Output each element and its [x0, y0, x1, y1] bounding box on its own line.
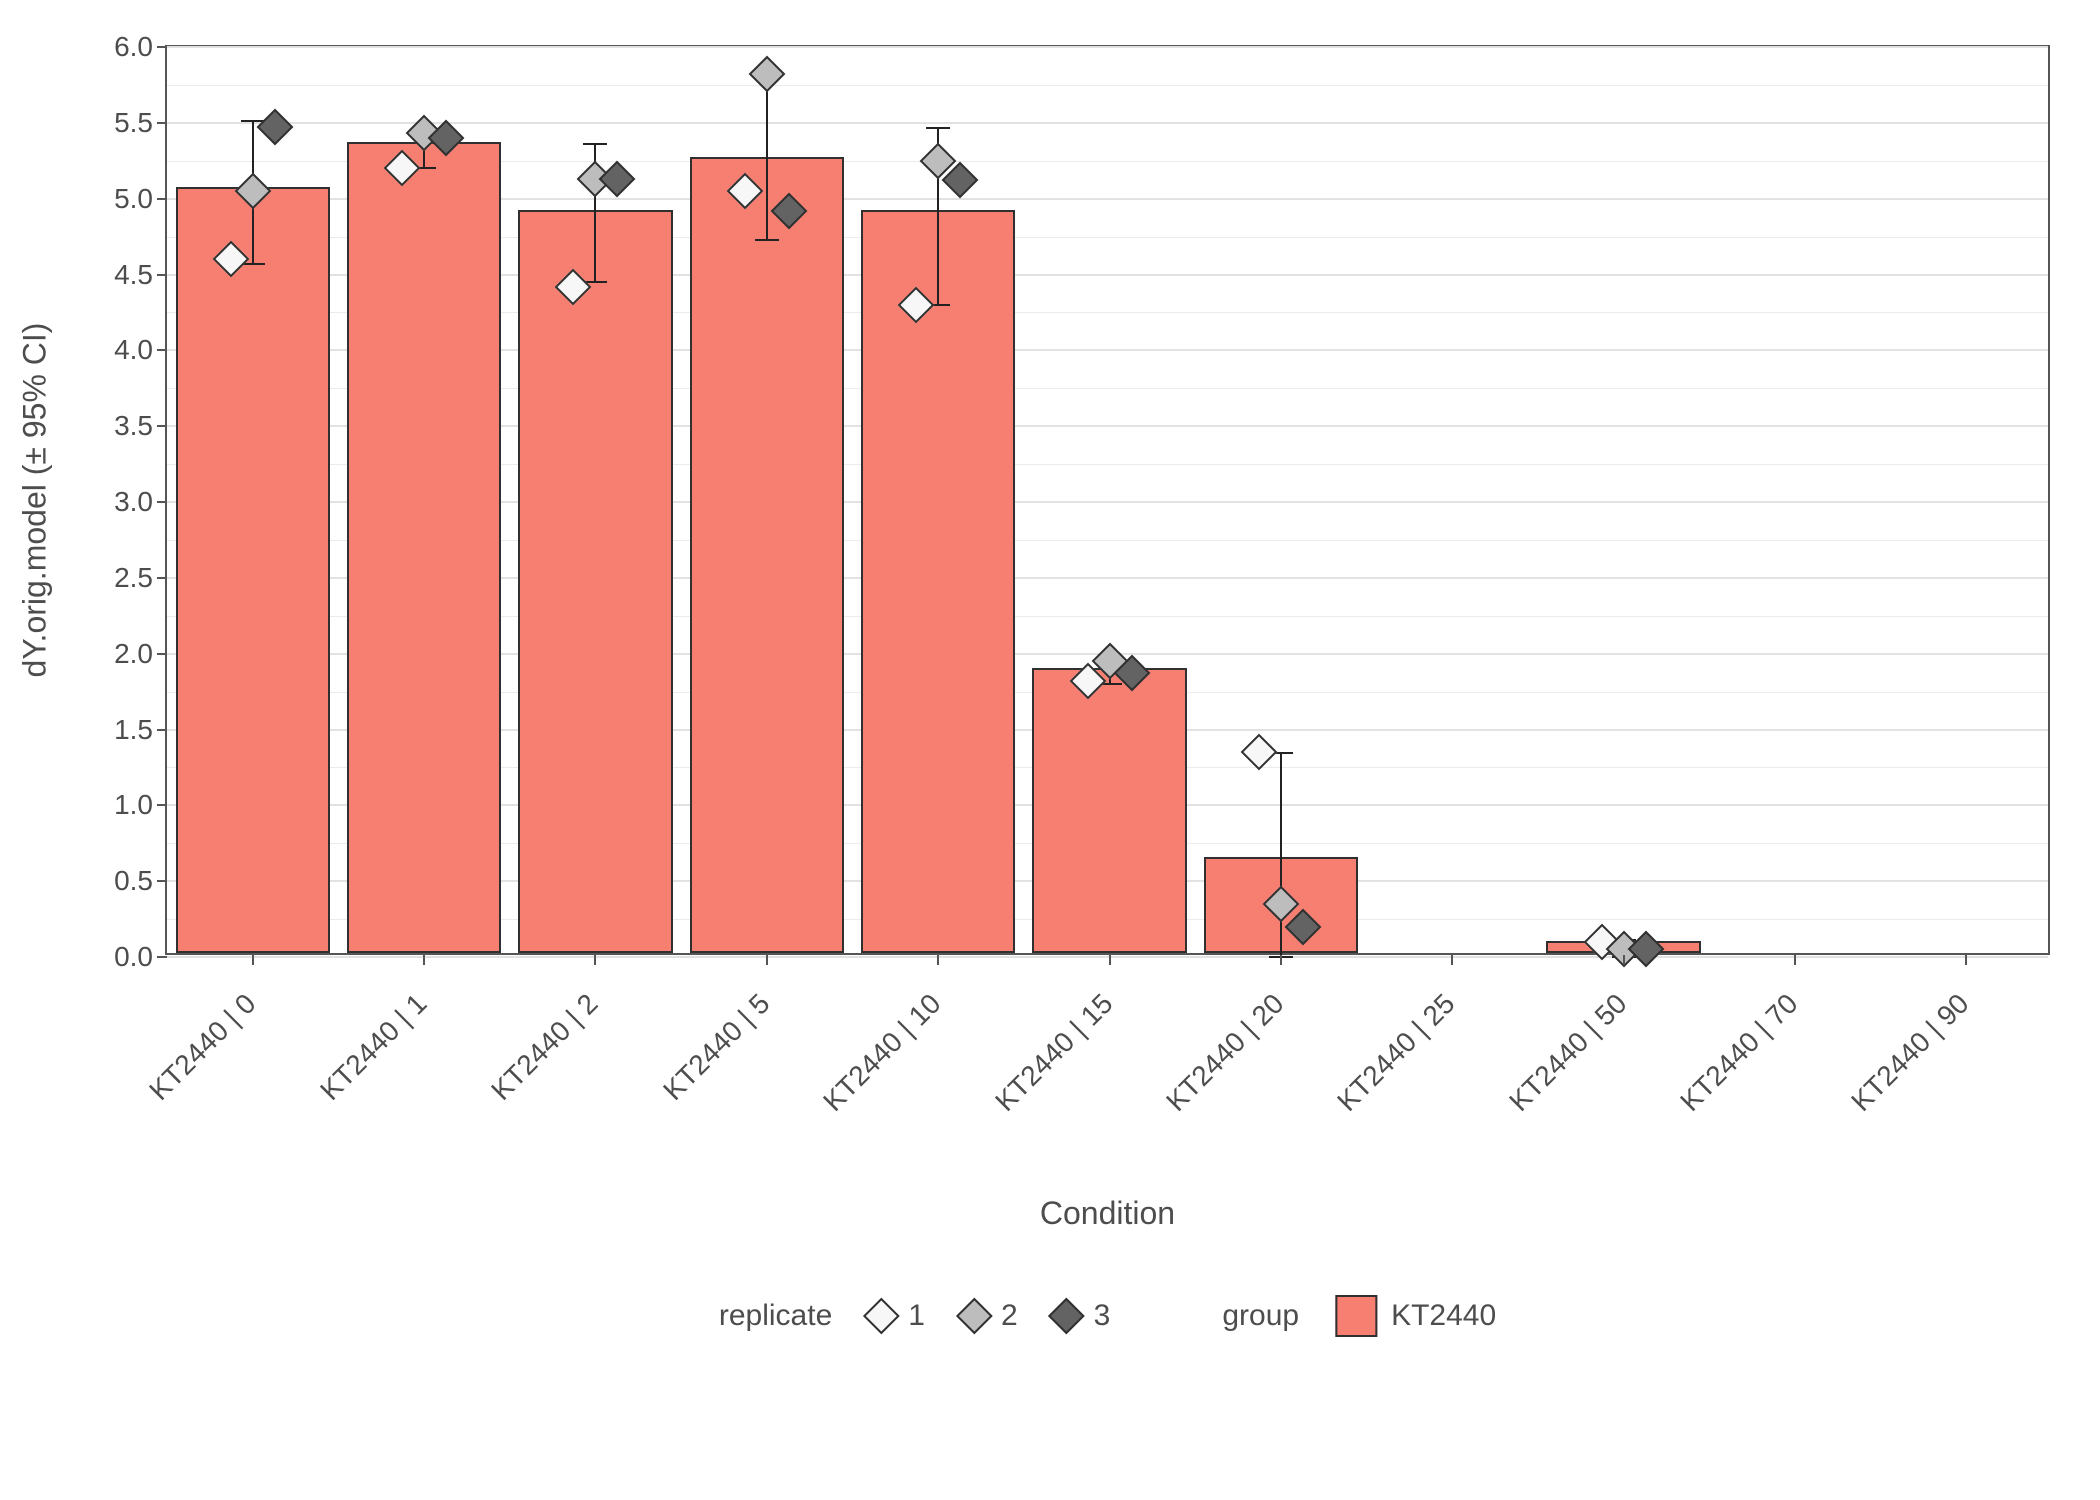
x-tick-label: KT2440 | 20 [1160, 988, 1290, 1118]
y-tick-label: 3.5 [114, 410, 167, 442]
x-tick-label: KT2440 | 0 [143, 988, 262, 1107]
bar [861, 210, 1015, 953]
y-tick-label: 1.0 [114, 789, 167, 821]
y-tick-label: 2.0 [114, 638, 167, 670]
chart-root: 0.00.51.01.52.02.53.03.54.04.55.05.56.0 … [0, 0, 2100, 1500]
replicate-point [1627, 931, 1664, 968]
y-tick-label: 0.0 [114, 941, 167, 973]
x-tick-label: KT2440 | 5 [657, 988, 776, 1107]
legend-item-rep2: 2 [961, 1299, 1018, 1333]
x-tick-label: KT2440 | 2 [486, 988, 605, 1107]
replicate-point [1240, 734, 1277, 771]
legend-label: 2 [1001, 1299, 1018, 1333]
legend-group-title: group [1222, 1299, 1299, 1333]
y-tick-label: 4.0 [114, 334, 167, 366]
legend-label: KT2440 [1391, 1299, 1496, 1333]
square-icon [1335, 1295, 1377, 1337]
diamond-icon [863, 1298, 900, 1335]
legend-item-group: KT2440 [1335, 1295, 1496, 1337]
replicate-point [599, 161, 636, 198]
x-tick-label: KT2440 | 50 [1503, 988, 1633, 1118]
x-tick-label: KT2440 | 10 [817, 988, 947, 1118]
y-tick-label: 5.0 [114, 183, 167, 215]
legend-replicate-title: replicate [719, 1299, 832, 1333]
bar [1032, 668, 1186, 953]
legend-label: 3 [1094, 1299, 1111, 1333]
legend-label: 1 [908, 1299, 925, 1333]
diamond-icon [1048, 1298, 1085, 1335]
x-tick-label: KT2440 | 90 [1845, 988, 1975, 1118]
y-tick-label: 1.5 [114, 714, 167, 746]
x-tick-label: KT2440 | 70 [1674, 988, 1804, 1118]
y-tick-label: 2.5 [114, 562, 167, 594]
replicate-point [256, 109, 293, 146]
legend-item-rep3: 3 [1054, 1299, 1111, 1333]
x-tick-label: KT2440 | 1 [314, 988, 433, 1107]
legend: replicate 1 2 3 group KT2440 [719, 1295, 1496, 1337]
bar [176, 187, 330, 953]
bar [518, 210, 672, 953]
y-tick-label: 5.5 [114, 107, 167, 139]
y-tick-label: 3.0 [114, 486, 167, 518]
bar [347, 142, 501, 953]
y-tick-label: 0.5 [114, 865, 167, 897]
y-tick-label: 4.5 [114, 259, 167, 291]
y-axis-title: dY.orig.model (± 95% CI) [17, 323, 54, 678]
x-tick-label: KT2440 | 15 [989, 988, 1119, 1118]
legend-item-rep1: 1 [868, 1299, 925, 1333]
y-tick-label: 6.0 [114, 31, 167, 63]
x-tick-label: KT2440 | 25 [1331, 988, 1461, 1118]
replicate-point [748, 56, 785, 93]
diamond-icon [956, 1298, 993, 1335]
x-axis-title: Condition [1040, 1195, 1175, 1232]
plot-panel: 0.00.51.01.52.02.53.03.54.04.55.05.56.0 [165, 45, 2050, 955]
bar [690, 157, 844, 953]
